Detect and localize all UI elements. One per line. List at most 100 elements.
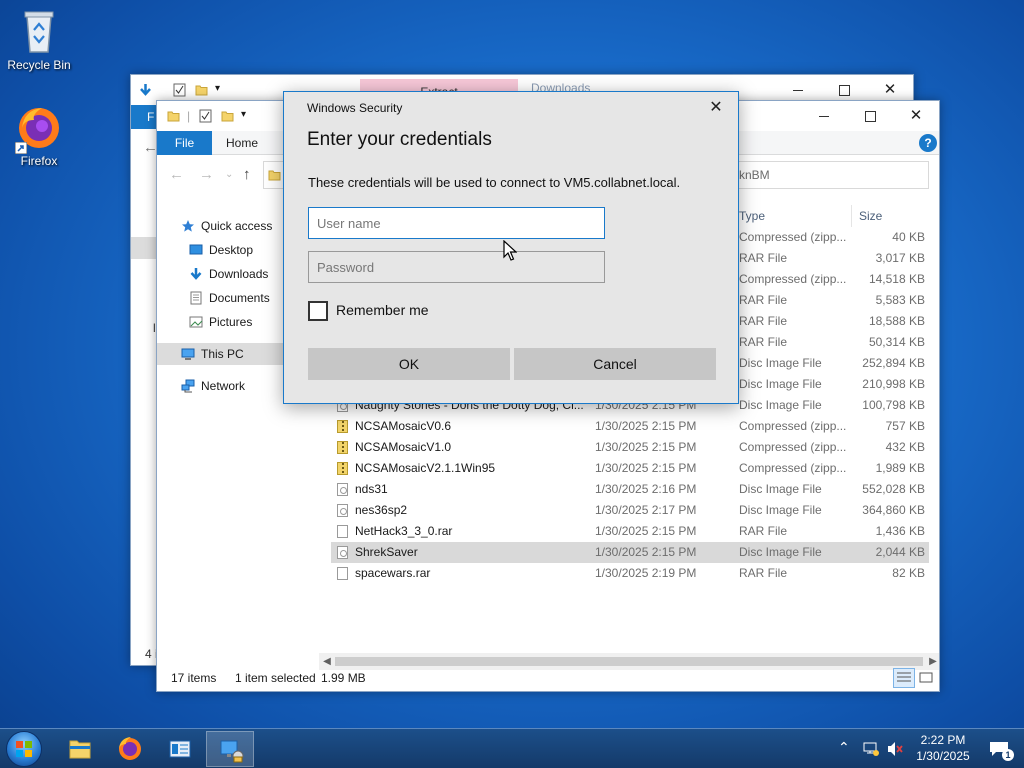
table-row[interactable]: spacewars.rar 1/30/2025 2:19 PM RAR File 82…	[331, 563, 929, 584]
table-row[interactable]: NetHack3_3_0.rar 1/30/2025 2:15 PM RAR Fil…	[331, 521, 929, 542]
firefox-label: Firefox	[20, 154, 58, 168]
back-arrow-icon[interactable]: ←	[169, 166, 184, 183]
nav-label: Pictures	[209, 315, 253, 329]
recycle-bin-label: Recycle Bin	[7, 58, 71, 72]
file-name: ShrekSaver	[355, 545, 418, 559]
windows-security-icon	[220, 740, 244, 763]
file-size: 5,583 KB	[875, 293, 925, 307]
file-size: 364,860 KB	[862, 503, 925, 517]
start-button[interactable]	[6, 731, 42, 767]
file-date: 1/30/2025 2:15 PM	[595, 524, 697, 538]
tab-home[interactable]: Home	[212, 131, 272, 155]
search-input[interactable]: knBM	[731, 161, 929, 189]
file-type: Compressed (zipp...	[739, 440, 847, 454]
file-date: 1/30/2025 2:15 PM	[595, 545, 697, 559]
table-row[interactable]: nds31 1/30/2025 2:16 PM Disc Image File 552…	[331, 479, 929, 500]
pictures-icon	[189, 316, 203, 328]
file-size: 1,989 KB	[875, 461, 925, 475]
file-date: 1/30/2025 2:15 PM	[595, 461, 697, 475]
file-size: 50,314 KB	[868, 335, 925, 349]
nav-label: Network	[201, 379, 246, 393]
column-header-type[interactable]: Type	[739, 205, 765, 227]
forward-arrow-icon[interactable]: →	[199, 166, 214, 183]
column-separator[interactable]	[851, 205, 852, 227]
file-date: 1/30/2025 2:16 PM	[595, 482, 697, 496]
nav-label: This PC	[201, 347, 244, 361]
front-minimize-button[interactable]	[801, 101, 847, 131]
tab-file[interactable]: File	[157, 131, 212, 155]
notification-count-badge: 1	[1002, 749, 1014, 761]
network-icon	[181, 379, 195, 393]
username-field[interactable]	[308, 207, 605, 239]
properties-icon[interactable]	[199, 109, 212, 123]
action-center-button[interactable]: 1	[988, 740, 1014, 761]
new-folder-icon[interactable]	[221, 109, 234, 123]
up-arrow-icon[interactable]: ↑	[243, 166, 251, 183]
volume-muted-icon[interactable]	[886, 741, 904, 757]
help-icon[interactable]: ?	[919, 134, 937, 152]
new-folder-icon[interactable]	[195, 83, 208, 97]
taskbar-clock[interactable]: 2:22 PM 1/30/2025	[908, 732, 978, 764]
file-name: nes36sp2	[355, 503, 408, 517]
details-view-button[interactable]	[893, 668, 915, 688]
table-row[interactable]: NCSAMosaicV1.0 1/30/2025 2:15 PM Compresse…	[331, 437, 929, 458]
firefox-icon	[119, 737, 141, 760]
large-icons-view-icon	[919, 672, 933, 683]
properties-icon[interactable]	[173, 83, 186, 97]
image-icon	[337, 483, 348, 496]
file-date: 1/30/2025 2:19 PM	[595, 566, 697, 580]
front-maximize-button[interactable]	[847, 101, 893, 131]
recent-locations-icon[interactable]: ⌄	[225, 169, 233, 180]
zip-icon	[337, 420, 348, 433]
clock-time: 2:22 PM	[920, 733, 966, 747]
back-ribbon-file-tab[interactable]: F	[131, 105, 159, 129]
status-bar: 17 items 1 item selected 1.99 MB	[157, 665, 939, 691]
large-icons-view-button[interactable]	[915, 668, 937, 688]
file-date: 1/30/2025 2:17 PM	[595, 503, 697, 517]
titlebar-separator: |	[187, 109, 191, 123]
file-type: RAR File	[739, 335, 788, 349]
table-row[interactable]: NCSAMosaicV2.1.1Win95 1/30/2025 2:15 PM Co…	[331, 458, 929, 479]
cancel-button[interactable]: Cancel	[514, 348, 716, 380]
close-icon[interactable]: ✕	[704, 96, 728, 120]
ok-button[interactable]: OK	[308, 348, 510, 380]
taskbar-firefox[interactable]	[106, 731, 154, 767]
taskbar-windows-security[interactable]	[206, 731, 254, 767]
mouse-cursor-icon	[503, 240, 517, 261]
network-status-icon[interactable]	[862, 741, 880, 757]
table-row[interactable]: NCSAMosaicV0.6 1/30/2025 2:15 PM Compresse…	[331, 416, 929, 437]
taskbar-server-manager[interactable]	[156, 731, 204, 767]
file-name: spacewars.rar	[355, 566, 431, 580]
show-hidden-icons-icon[interactable]: ⌃	[838, 739, 850, 756]
desktop-icon-recycle-bin[interactable]: Recycle Bin	[1, 8, 77, 72]
file-date: 1/30/2025 2:15 PM	[595, 440, 697, 454]
qa-dropdown-icon[interactable]: ▾	[215, 83, 220, 94]
table-row[interactable]: nes36sp2 1/30/2025 2:17 PM Disc Image File…	[331, 500, 929, 521]
file-size: 2,044 KB	[875, 545, 925, 559]
file-icon	[337, 567, 348, 580]
back-nav-selected-row	[131, 237, 157, 259]
zip-icon	[337, 462, 348, 475]
server-manager-icon	[169, 740, 191, 758]
qa-dropdown-icon[interactable]: ▾	[241, 109, 246, 120]
table-row[interactable]: ShrekSaver 1/30/2025 2:15 PM Disc Image Fi…	[331, 542, 929, 563]
desktop-icon-firefox[interactable]: Firefox	[1, 104, 77, 168]
star-icon	[182, 220, 194, 232]
file-type: Compressed (zipp...	[739, 230, 847, 244]
nav-label: Quick access	[201, 219, 273, 233]
column-header-size[interactable]: Size	[859, 205, 882, 227]
details-view-icon	[897, 672, 911, 682]
file-size: 3,017 KB	[875, 251, 925, 265]
remember-me-checkbox[interactable]	[308, 301, 328, 321]
file-name: NCSAMosaicV2.1.1Win95	[355, 461, 496, 475]
front-close-button[interactable]: ✕	[893, 101, 939, 131]
file-size: 1,436 KB	[875, 524, 925, 538]
taskbar-file-explorer[interactable]	[56, 731, 104, 767]
remember-me-label[interactable]: Remember me	[336, 302, 429, 318]
image-icon	[337, 546, 348, 559]
status-selected: 1 item selected	[235, 671, 316, 685]
password-field[interactable]	[308, 251, 605, 283]
documents-icon	[190, 291, 202, 305]
file-type: RAR File	[739, 314, 788, 328]
nav-label: Documents	[209, 291, 270, 305]
